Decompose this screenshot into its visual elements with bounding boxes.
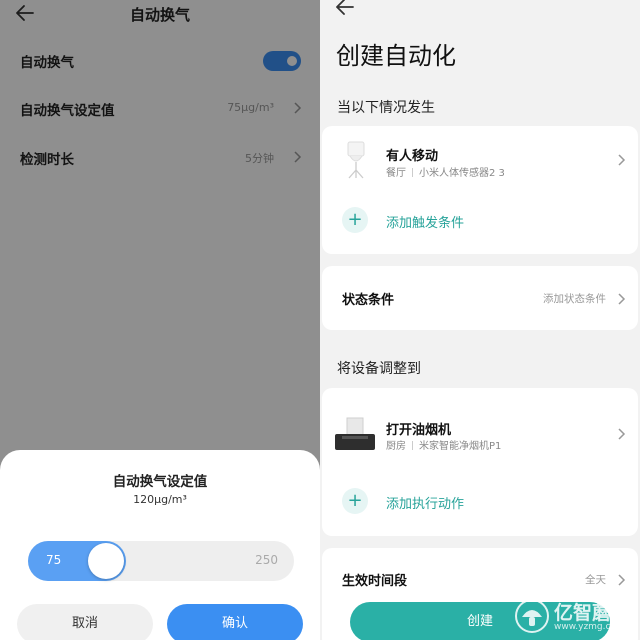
effective-time-value: 全天 [585, 574, 606, 586]
action-name: 打开油烟机 [386, 423, 452, 438]
effective-time-label: 生效时间段 [342, 574, 408, 589]
range-hood-icon [334, 416, 376, 452]
threshold-dialog: 自动换气设定值 120μg/m³ 75 250 取消 确认 [0, 450, 320, 640]
page-title: 创建自动化 [336, 42, 456, 70]
add-action-button[interactable]: + [342, 488, 368, 514]
slider-max-label: 250 [255, 553, 278, 567]
watermark-url: www.yzmg.com [554, 622, 625, 632]
state-condition-value: 添加状态条件 [543, 293, 606, 305]
add-action-label[interactable]: 添加执行动作 [386, 493, 464, 512]
plus-icon: + [347, 209, 363, 230]
trigger-card: 有人移动 餐厅 小米人体传感器2 3 + 添加触发条件 [322, 126, 638, 254]
trigger-name: 有人移动 [386, 149, 439, 164]
mushroom-logo-icon [514, 598, 550, 634]
add-trigger-label[interactable]: 添加触发条件 [386, 212, 464, 231]
chevron-right-icon[interactable] [616, 152, 626, 166]
section-action-heading: 将设备调整到 [337, 361, 421, 377]
watermark-brand: 亿智蘑菇 [554, 602, 631, 624]
settings-screen: 自动换气 自动换气 自动换气设定值 75μg/m³ 检测时长 5分钟 自动换气设… [0, 0, 320, 640]
dialog-value: 120μg/m³ [133, 493, 187, 506]
dialog-title: 自动换气设定值 [112, 474, 208, 490]
trigger-subtitle: 餐厅 小米人体传感器2 3 [386, 164, 505, 179]
watermark: 亿智蘑菇 www.yzmg.com [514, 596, 640, 640]
state-condition-row[interactable]: 状态条件 添加状态条件 [322, 266, 638, 330]
action-device: 米家智能净烟机P1 [419, 441, 502, 452]
confirm-button[interactable]: 确认 [167, 604, 303, 640]
chevron-right-icon [616, 572, 626, 586]
divider [412, 168, 413, 177]
trigger-device: 小米人体传感器2 3 [419, 168, 505, 179]
trigger-room: 餐厅 [386, 168, 406, 179]
action-subtitle: 厨房 米家智能净烟机P1 [386, 437, 501, 452]
slider-thumb[interactable] [88, 543, 125, 579]
state-condition-label: 状态条件 [342, 293, 395, 308]
action-room: 厨房 [386, 441, 406, 452]
create-automation-screen: 创建自动化 当以下情况发生 有人移动 餐厅 小米人体传感器2 3 + 添加触发条件… [320, 0, 640, 640]
back-arrow-icon[interactable] [334, 0, 356, 18]
action-card: 打开油烟机 厨房 米家智能净烟机P1 + 添加执行动作 [322, 388, 638, 536]
chevron-right-icon[interactable] [616, 426, 626, 440]
motion-sensor-icon [342, 140, 370, 180]
threshold-slider[interactable]: 75 250 [28, 541, 294, 581]
add-trigger-button[interactable]: + [342, 207, 368, 233]
slider-min-label: 75 [46, 553, 62, 567]
cancel-button[interactable]: 取消 [17, 604, 153, 640]
divider [412, 441, 413, 450]
plus-icon: + [347, 490, 363, 511]
chevron-right-icon [616, 291, 626, 305]
section-trigger-heading: 当以下情况发生 [337, 100, 435, 116]
